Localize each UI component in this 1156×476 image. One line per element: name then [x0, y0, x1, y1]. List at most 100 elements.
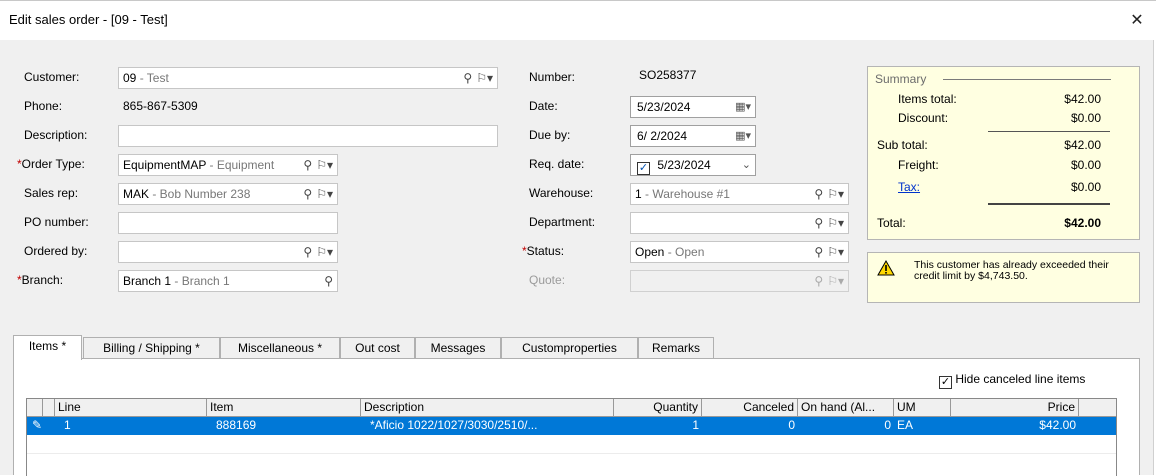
discount-value: $0.00 — [1070, 111, 1101, 125]
lookup-icon[interactable]: ⚲ — [814, 245, 823, 259]
date-picker[interactable]: 5/23/2024 ▦▾ — [630, 96, 756, 118]
flag-dropdown-icon[interactable]: ⚐▾ — [827, 187, 844, 201]
cell-on-hand: 0 — [884, 418, 891, 432]
lookup-icon[interactable]: ⚲ — [303, 158, 312, 172]
column-quantity[interactable]: Quantity — [614, 399, 702, 417]
order-type-label: *Order Type: — [17, 157, 85, 171]
ordered-by-field[interactable]: ⚲ ⚐▾ — [118, 241, 338, 263]
flag-dropdown-icon[interactable]: ⚐▾ — [827, 216, 844, 230]
due-by-picker[interactable]: 6/ 2/2024 ▦▾ — [630, 125, 756, 147]
tax-value: $0.00 — [1070, 180, 1101, 194]
freight-value: $0.00 — [1070, 158, 1101, 172]
items-tab-panel: ✓ Hide canceled line items Line Item Des… — [13, 358, 1140, 476]
discount-label: Discount: — [898, 111, 949, 125]
tab-messages[interactable]: Messages — [415, 337, 501, 359]
due-by-label: Due by: — [529, 128, 571, 142]
number-label: Number: — [529, 70, 576, 84]
window-title: Edit sales order - [09 - Test] — [9, 12, 168, 27]
column-line[interactable]: Line — [55, 399, 207, 417]
customer-field[interactable]: 09 - Test ⚲ ⚐▾ — [118, 67, 498, 89]
row-indicator-header — [27, 399, 43, 417]
tab-out-cost[interactable]: Out cost — [340, 337, 415, 359]
flag-dropdown-icon[interactable]: ⚐▾ — [827, 245, 844, 259]
calendar-icon[interactable]: ▦▾ — [735, 97, 751, 117]
flag-dropdown-icon[interactable]: ⚐▾ — [476, 71, 493, 85]
cell-description: *Aficio 1022/1027/3030/2510/... — [370, 418, 538, 432]
calendar-icon[interactable]: ▦▾ — [735, 126, 751, 146]
sales-rep-field[interactable]: MAK - Bob Number 238 ⚲ ⚐▾ — [118, 183, 338, 205]
phone-value: 865-867-5309 — [123, 99, 198, 113]
items-total-value: $42.00 — [1064, 92, 1101, 106]
cell-item: 888169 — [216, 418, 257, 432]
status-label: *Status: — [522, 244, 565, 258]
items-total-label: Items total: — [898, 92, 957, 106]
tab-billing-shipping[interactable]: Billing / Shipping * — [83, 337, 220, 359]
status-field[interactable]: Open - Open ⚲ ⚐▾ — [630, 241, 849, 263]
cell-quantity: 1 — [692, 418, 699, 432]
department-field[interactable]: ⚲ ⚐▾ — [630, 212, 849, 234]
cell-um: EA — [897, 418, 914, 432]
tax-link[interactable]: Tax: — [898, 180, 920, 194]
description-label: Description: — [24, 128, 88, 142]
department-label: Department: — [529, 215, 596, 229]
warehouse-label: Warehouse: — [529, 186, 594, 200]
description-input[interactable] — [118, 125, 498, 147]
sub-total-value: $42.00 — [1064, 138, 1101, 152]
items-grid[interactable]: Line Item Description Quantity Canceled … — [26, 398, 1117, 476]
tab-items[interactable]: Items * — [13, 335, 82, 360]
cell-canceled: 0 — [788, 418, 795, 432]
branch-field[interactable]: Branch 1 - Branch 1 ⚲ — [118, 270, 338, 292]
po-number-label: PO number: — [24, 215, 89, 229]
flag-dropdown-icon[interactable]: ⚐▾ — [316, 187, 333, 201]
po-number-input[interactable] — [118, 212, 338, 234]
req-date-checkbox[interactable]: ✓ — [637, 162, 650, 175]
phone-label: Phone: — [24, 99, 63, 113]
close-icon: ✕ — [1130, 12, 1144, 29]
credit-limit-warning: This customer has already exceeded their… — [867, 252, 1140, 303]
ordered-by-label: Ordered by: — [24, 244, 88, 258]
tab-customproperties[interactable]: Customproperties — [501, 337, 638, 359]
order-type-field[interactable]: EquipmentMAP - Equipment ⚲ ⚐▾ — [118, 154, 338, 176]
cell-price: $42.00 — [1039, 418, 1076, 432]
cell-line: 1 — [64, 418, 71, 432]
table-row[interactable]: ✎ 1 888169 *Aficio 1022/1027/3030/2510/.… — [27, 417, 1116, 435]
freight-label: Freight: — [898, 158, 939, 172]
flag-dropdown-icon[interactable]: ⚐▾ — [316, 245, 333, 259]
lookup-icon[interactable]: ⚲ — [814, 187, 823, 201]
branch-label: *Branch: — [17, 273, 64, 287]
column-um[interactable]: UM — [894, 399, 951, 417]
hide-canceled-checkbox[interactable]: ✓ Hide canceled line items — [939, 372, 1085, 389]
close-button[interactable]: ✕ — [1126, 10, 1148, 32]
sales-rep-label: Sales rep: — [24, 186, 79, 200]
tab-miscellaneous[interactable]: Miscellaneous * — [220, 337, 340, 359]
flag-dropdown-icon[interactable]: ⚐▾ — [316, 158, 333, 172]
column-description[interactable]: Description — [361, 399, 614, 417]
date-label: Date: — [529, 99, 558, 113]
summary-legend: Summary — [875, 72, 927, 86]
column-canceled[interactable]: Canceled — [702, 399, 798, 417]
column-price[interactable]: Price — [951, 399, 1079, 417]
column-on-hand[interactable]: On hand (Al... — [798, 399, 894, 417]
grid-header: Line Item Description Quantity Canceled … — [27, 399, 1116, 417]
flag-dropdown-icon: ⚐▾ — [827, 274, 844, 288]
lookup-icon: ⚲ — [814, 274, 824, 288]
tab-remarks[interactable]: Remarks — [638, 337, 714, 359]
req-date-picker[interactable]: ✓ 5/23/2024 ⌄ — [630, 154, 756, 176]
column-item[interactable]: Item — [207, 399, 361, 417]
total-value: $42.00 — [1064, 216, 1101, 230]
lookup-icon[interactable]: ⚲ — [814, 216, 823, 230]
lookup-icon[interactable]: ⚲ — [303, 187, 312, 201]
contact-lookup-icon[interactable]: ⚲ — [303, 245, 312, 259]
warning-text: This customer has already exceeded their… — [914, 259, 1109, 282]
req-date-label: Req. date: — [529, 157, 585, 171]
quote-label: Quote: — [529, 273, 566, 287]
edit-pencil-icon: ✎ — [32, 418, 43, 432]
total-label: Total: — [877, 216, 906, 230]
lookup-icon[interactable]: ⚲ — [463, 71, 472, 85]
customer-label: Customer: — [24, 70, 80, 84]
warning-icon — [877, 260, 895, 276]
warehouse-field[interactable]: 1 - Warehouse #1 ⚲ ⚐▾ — [630, 183, 849, 205]
lookup-icon[interactable]: ⚲ — [324, 274, 333, 288]
summary-panel: Summary Items total: $42.00 Discount: $0… — [867, 66, 1140, 240]
chevron-down-icon[interactable]: ⌄ — [742, 155, 751, 175]
